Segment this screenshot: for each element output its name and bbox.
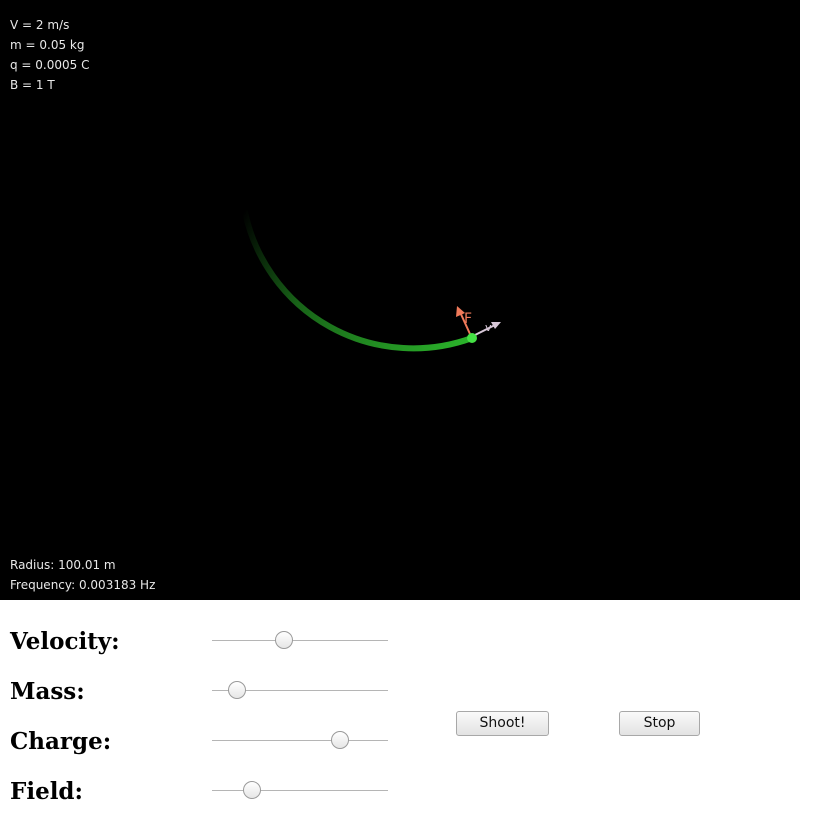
shoot-button[interactable]: Shoot!: [456, 711, 549, 736]
velocity-label: Velocity:: [10, 628, 120, 655]
charge-slider-thumb[interactable]: [331, 731, 350, 749]
control-panel: Velocity: Mass: Charge: Field: Shoot! St…: [0, 600, 825, 824]
field-readout: B = 1 T: [10, 78, 55, 92]
charge-label: Charge:: [10, 728, 112, 755]
charge-slider[interactable]: [212, 730, 388, 750]
charge-readout: q = 0.0005 C: [10, 58, 90, 72]
velocity-readout: V = 2 m/s: [10, 18, 70, 32]
stop-button[interactable]: Stop: [619, 711, 700, 736]
velocity-slider[interactable]: [212, 630, 388, 650]
frequency-readout: Frequency: 0.003183 Hz: [10, 578, 156, 592]
simulation-canvas: F v V = 2 m/s m = 0.05 kg q = 0.0005 C B…: [0, 0, 800, 600]
results-readout: Radius: 100.01 m Frequency: 0.003183 Hz: [10, 555, 155, 595]
velocity-label: v: [485, 321, 492, 334]
field-label: Field:: [10, 778, 84, 805]
mass-label: Mass:: [10, 678, 85, 705]
mass-slider-thumb[interactable]: [227, 681, 246, 699]
velocity-slider-thumb[interactable]: [275, 631, 294, 649]
radius-readout: Radius: 100.01 m: [10, 558, 116, 572]
mass-slider[interactable]: [212, 680, 388, 700]
velocity-slider-track: [212, 640, 388, 641]
particle-scene: F v: [242, 209, 501, 352]
force-label: F: [464, 311, 472, 327]
trajectory-trail: [242, 209, 475, 352]
field-slider[interactable]: [212, 780, 388, 800]
parameter-readout: V = 2 m/s m = 0.05 kg q = 0.0005 C B = 1…: [10, 15, 89, 95]
mass-readout: m = 0.05 kg: [10, 38, 85, 52]
field-slider-thumb[interactable]: [243, 781, 262, 799]
charge-slider-track: [212, 740, 388, 741]
field-slider-track: [212, 790, 388, 791]
charged-particle: [467, 333, 477, 343]
